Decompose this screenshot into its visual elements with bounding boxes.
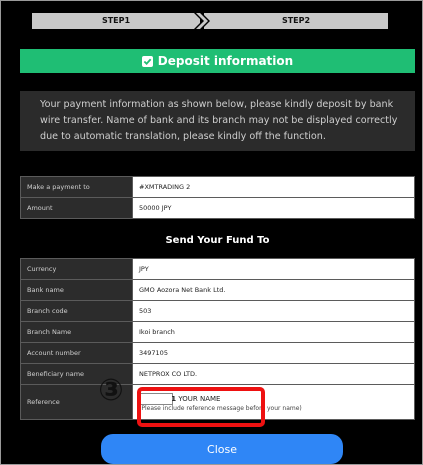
table-row: Account number 3497105 (20, 342, 415, 364)
row-label: Make a payment to (20, 176, 133, 198)
row-label: Amount (20, 197, 133, 219)
row-value: Ikoi branch (132, 321, 415, 343)
close-button[interactable]: Close (101, 434, 343, 464)
send-fund-title: Send Your Fund To (165, 235, 270, 246)
row-value: 503 (132, 300, 415, 322)
row-label: Bank name (20, 279, 133, 301)
row-value: 3497105 (132, 342, 415, 364)
step2: STEP2 (204, 13, 388, 29)
summary-table: Make a payment to #XMTRADING 2 Amount 50… (20, 176, 415, 219)
step-number-annotation: ③ (94, 374, 128, 408)
deposit-information-header: Deposit information (20, 49, 415, 73)
row-value: JPY (132, 258, 415, 280)
checkbox-checked-icon (141, 55, 153, 67)
row-label: Currency (20, 258, 133, 280)
row-label: Branch Name (20, 321, 133, 343)
deposit-dialog: STEP1 STEP2 Deposit information Your pay… (0, 0, 423, 465)
row-value: 50000 JPY (132, 197, 415, 219)
row-value: NETPROX CO LTD. (132, 363, 415, 385)
step-indicator: STEP1 STEP2 (32, 13, 388, 29)
table-row: Amount 50000 JPY (20, 197, 415, 219)
row-value: #XMTRADING 2 (132, 176, 415, 198)
table-row: Currency JPY (20, 258, 415, 280)
table-row: Branch code 503 (20, 300, 415, 322)
info-notice: Your payment information as shown below,… (20, 91, 415, 151)
step-number: ③ (98, 373, 124, 408)
header-title: Deposit information (157, 54, 294, 68)
step1: STEP1 (32, 13, 200, 29)
table-row: Make a payment to #XMTRADING 2 (20, 176, 415, 198)
highlight-outline (137, 387, 265, 427)
table-row: Bank name GMO Aozora Net Bank Ltd. (20, 279, 415, 301)
row-label: Branch code (20, 300, 133, 322)
table-row: Branch Name Ikoi branch (20, 321, 415, 343)
row-value: GMO Aozora Net Bank Ltd. (132, 279, 415, 301)
table-row: Beneficiary name NETPROX CO LTD. (20, 363, 415, 385)
chevron-right-icon (194, 13, 210, 29)
row-label: Account number (20, 342, 133, 364)
